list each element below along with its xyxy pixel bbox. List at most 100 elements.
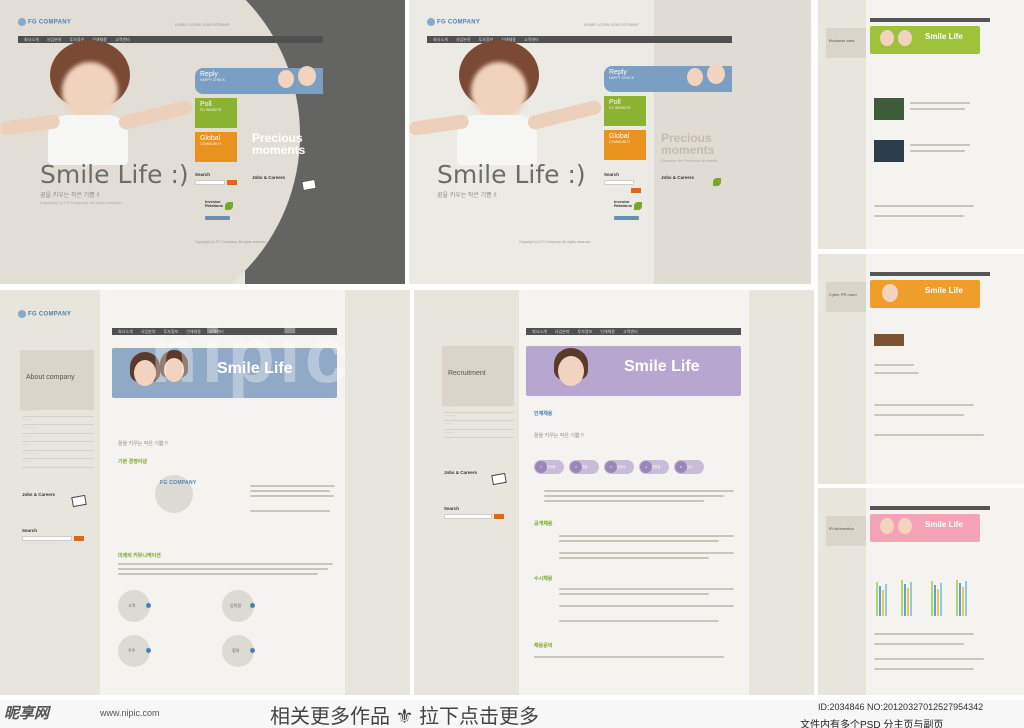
investor-label-2[interactable]: Investor Relations	[614, 199, 633, 209]
text-line	[910, 108, 965, 110]
recruit-side-menu[interactable]: · · · · · · · · · · · · · · · · · · · ·	[444, 404, 514, 438]
search-input[interactable]	[195, 180, 225, 185]
company-logo-3[interactable]: FG COMPANY	[18, 310, 71, 318]
business-side-heading: Business area	[826, 28, 866, 58]
text-line	[534, 656, 724, 658]
nav-item-about[interactable]: 회사소개	[24, 37, 39, 43]
poll-box-2[interactable]: Poll FG WEBSITE	[604, 96, 646, 126]
nav-item-support-2[interactable]: 고객센터	[524, 37, 539, 43]
nav-item-business-4[interactable]: 사업분야	[555, 329, 570, 335]
main-nav-2[interactable]: 회사소개 사업분야 투자정보 인재채용 고객센터	[427, 36, 732, 43]
watermark-id: ID:2034846 NO:20120327012527954342	[818, 702, 984, 712]
search-input-4[interactable]	[444, 514, 492, 519]
jobs-label[interactable]: Jobs & Careers	[252, 175, 285, 180]
logo-text: FG COMPANY	[28, 19, 72, 26]
search-button-4[interactable]	[494, 514, 504, 519]
girl-arm-right-2	[526, 99, 603, 131]
banner-kid-face-3	[558, 356, 584, 386]
hero-title-2: Smile Life :)	[437, 160, 586, 189]
ir-bar	[907, 588, 909, 616]
text-line	[874, 658, 984, 660]
cyber-banner: Smile Life	[870, 280, 980, 308]
ir-bar	[882, 590, 884, 616]
book-icon-3	[71, 494, 87, 508]
preview-sheet: FG COMPANY HOME LOGIN JOIN SITEMAP 회사소개 …	[0, 0, 1024, 728]
search-input-3[interactable]	[22, 536, 72, 541]
girl-face	[62, 62, 118, 120]
investor-button-2[interactable]	[614, 216, 639, 220]
nav-item-business[interactable]: 사업분야	[47, 37, 62, 43]
nav-item-about-4[interactable]: 회사소개	[532, 329, 547, 335]
ir-bar	[962, 587, 964, 616]
sub-nav-recruit[interactable]: 회사소개 사업분야 투자정보 인재채용 고객센터	[526, 328, 741, 335]
nav-item-business-2[interactable]: 사업분야	[456, 37, 471, 43]
top-links[interactable]: HOME LOGIN JOIN SITEMAP	[175, 22, 229, 27]
hero-title: Smile Life :)	[40, 160, 189, 189]
global-box[interactable]: Global COMMUNITY	[195, 132, 237, 162]
watermark-note: 文件内有多个PSD 分主页与副页	[800, 720, 944, 728]
nav-item-recruit-4[interactable]: 인재채용	[600, 329, 615, 335]
leaf-icon-2	[713, 178, 721, 186]
about-side-menu[interactable]: · · · · · · · · · · · · · · · · · · · · · ·…	[22, 408, 94, 468]
ir-bar	[940, 583, 942, 616]
search-button-3[interactable]	[74, 536, 84, 541]
reply-title: Reply	[200, 71, 218, 78]
company-logo[interactable]: FG COMPANY	[18, 18, 71, 26]
nav-item-ir-4[interactable]: 투자정보	[577, 329, 592, 335]
poll-box[interactable]: Poll FG WEBSITE	[195, 98, 237, 128]
value-label-partner: 협력	[232, 648, 240, 653]
poll-sub-2: FG WEBSITE	[609, 105, 631, 110]
ir-bar	[937, 589, 939, 616]
watermark-logo: 昵享网	[4, 705, 50, 722]
reply-title-2: Reply	[609, 69, 627, 76]
girl-shirt	[48, 115, 128, 165]
step-2: 2 면접	[569, 460, 599, 474]
jobs-label-2[interactable]: Jobs & Careers	[661, 175, 694, 180]
value-label-customer: 고객	[128, 603, 136, 608]
nav-item-about-3[interactable]: 회사소개	[118, 329, 133, 335]
nav-item-about-2[interactable]: 회사소개	[433, 37, 448, 43]
search-button-2[interactable]	[631, 188, 641, 193]
text-line	[250, 495, 334, 497]
logo-icon-3	[18, 310, 26, 318]
nav-item-support[interactable]: 고객센터	[115, 37, 130, 43]
global-box-2[interactable]: Global COMMUNITY	[604, 130, 646, 160]
investor-line2-2: Relations	[614, 203, 633, 209]
text-line	[874, 633, 974, 635]
ir-mini-nav[interactable]	[870, 506, 990, 510]
text-line	[250, 485, 335, 487]
jobs-label-4[interactable]: Jobs & Careers	[444, 470, 477, 475]
main-nav[interactable]: 회사소개 사업분야 투자정보 인재채용 고객센터	[18, 36, 323, 43]
investor-label[interactable]: Investor Relations	[205, 199, 223, 209]
text-line	[559, 588, 734, 590]
business-mini-nav[interactable]	[870, 18, 990, 22]
top-links-2[interactable]: HOME LOGIN JOIN SITEMAP	[584, 22, 638, 27]
text-line	[544, 490, 734, 492]
global-sub-2: COMMUNITY	[609, 139, 631, 144]
watermark-overlay: nipic	[150, 311, 353, 399]
text-line	[118, 568, 328, 570]
nav-item-support-4[interactable]: 고객센터	[623, 329, 638, 335]
recruit-page-preview: 회사소개 사업분야 투자정보 인재채용 고객센터 Recruitment · ·…	[414, 290, 814, 695]
logo-text-2: FG COMPANY	[437, 19, 481, 26]
ir-bar-chart	[876, 576, 976, 616]
cyber-mini-nav[interactable]	[870, 272, 990, 276]
value-dot	[250, 603, 255, 608]
text-line	[910, 102, 970, 104]
ir-bar	[910, 582, 912, 616]
ir-bar	[965, 581, 967, 616]
search-input-2[interactable]	[604, 180, 634, 185]
text-line	[874, 434, 984, 436]
investor-button[interactable]	[205, 216, 230, 220]
search-button[interactable]	[227, 180, 237, 185]
ir-banner: Smile Life	[870, 514, 980, 542]
ir-side-heading: IR information	[826, 516, 866, 546]
business-banner: Smile Life	[870, 26, 980, 54]
value-dot	[146, 648, 151, 653]
jobs-label-3[interactable]: Jobs & Careers	[22, 492, 55, 497]
ir-page-preview: IR information Smile Life	[818, 488, 1024, 695]
step-1: 1 서류전형	[534, 460, 564, 474]
company-logo-2[interactable]: FG COMPANY	[427, 18, 480, 26]
precious-title: Precious moments	[252, 132, 305, 156]
philosophy-logo: FG COMPANY	[160, 480, 197, 486]
